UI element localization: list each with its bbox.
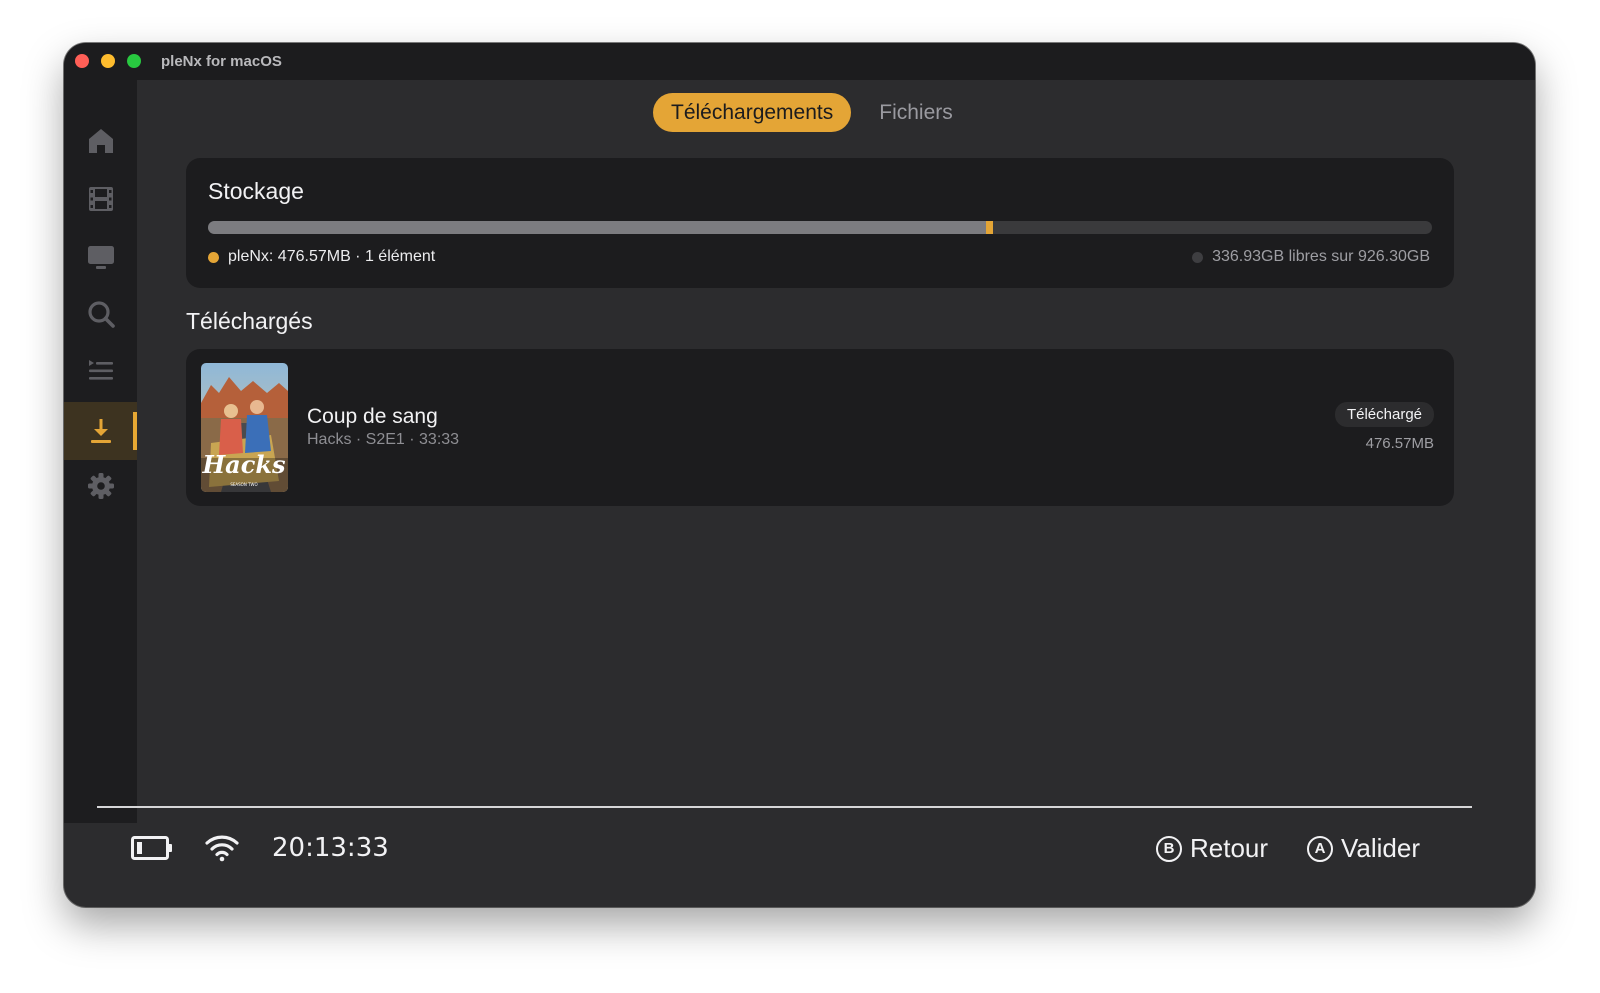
sidebar-item-settings[interactable] (64, 457, 137, 515)
storage-free-label: 336.93GB libres sur 926.30GB (1212, 248, 1430, 265)
sidebar-item-home[interactable] (64, 112, 137, 170)
b-button-icon: B (1156, 835, 1182, 862)
storage-bar-app (986, 221, 993, 234)
sidebar-item-movies[interactable] (64, 170, 137, 228)
title-bar: pleNx for macOS (64, 43, 1535, 80)
storage-legend-free: 336.93GB libres sur 926.30GB (1192, 248, 1430, 266)
status-badge: Téléchargé (1334, 402, 1434, 427)
storage-app-label: pleNx: 476.57MB · 1 élément (228, 248, 436, 265)
home-icon (88, 129, 113, 153)
tv-icon (87, 246, 114, 269)
downloaded-section-title: Téléchargés (186, 308, 313, 334)
zoom-window-button[interactable] (127, 54, 141, 68)
gear-icon (87, 473, 114, 499)
back-label: Retour (1190, 833, 1269, 863)
storage-card: Stockage pleNx: 476.57MB · 1 élément 336… (186, 158, 1454, 288)
sidebar-item-search[interactable] (64, 285, 137, 343)
tab-files[interactable]: Fichiers (861, 93, 971, 132)
poster-subtitle: SEASON TWO (230, 482, 257, 487)
wifi-icon (205, 835, 239, 862)
minimize-window-button[interactable] (101, 54, 115, 68)
app-window: pleNx for macOS Téléchargements Fichiers… (64, 43, 1535, 907)
close-window-button[interactable] (75, 54, 89, 68)
search-icon (87, 301, 115, 328)
storage-title: Stockage (208, 178, 304, 204)
a-button-icon: A (1307, 835, 1333, 862)
free-legend-dot (1192, 251, 1204, 263)
storage-bar-used (208, 221, 986, 234)
sidebar-item-queue[interactable] (64, 342, 137, 400)
tab-downloads[interactable]: Téléchargements (653, 93, 852, 132)
poster-image: Hacks SEASON TWO (201, 363, 288, 492)
sidebar (64, 80, 137, 823)
storage-bar (208, 221, 1432, 234)
sidebar-item-downloads[interactable] (64, 402, 137, 460)
app-legend-dot (208, 251, 219, 263)
footer: 20:13:33 B Retour A Valider (64, 808, 1535, 907)
confirm-hint[interactable]: A Valider (1307, 833, 1420, 864)
sidebar-item-tv[interactable] (64, 228, 137, 286)
item-size: 476.57MB (1365, 435, 1434, 452)
tab-bar: Téléchargements Fichiers (653, 93, 981, 132)
window-title: pleNx for macOS (161, 53, 282, 70)
queue-list-icon (88, 360, 113, 380)
back-hint[interactable]: B Retour (1156, 833, 1268, 864)
item-subtitle: Hacks · S2E1 · 33:33 (307, 431, 460, 448)
poster-title: Hacks (202, 450, 286, 479)
confirm-label: Valider (1341, 833, 1421, 863)
clock: 20:13:33 (272, 833, 389, 863)
storage-legend-app: pleNx: 476.57MB · 1 élément (208, 248, 435, 266)
download-item[interactable]: Hacks SEASON TWO Coup de sang Hacks · S2… (186, 349, 1454, 506)
battery-icon (131, 836, 172, 860)
item-title: Coup de sang (307, 405, 438, 428)
download-icon (90, 419, 111, 443)
film-icon (88, 187, 113, 211)
